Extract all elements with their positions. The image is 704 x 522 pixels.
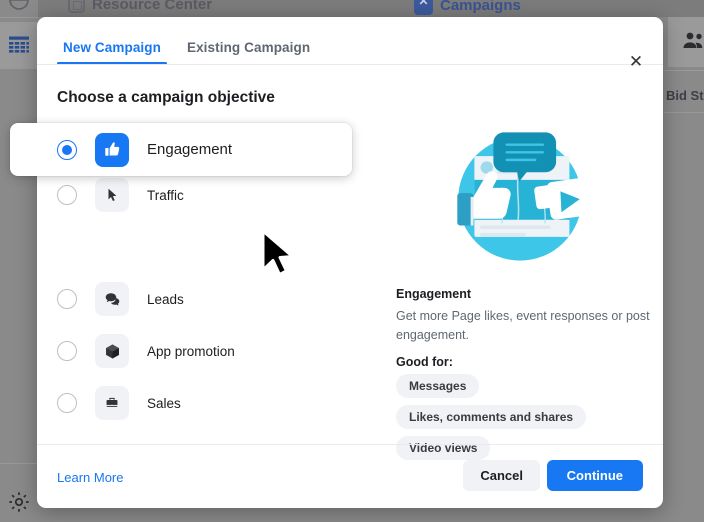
background-nav-resource-center-label: Resource Center bbox=[92, 0, 213, 13]
chip-likes-comments-shares: Likes, comments and shares bbox=[396, 405, 587, 429]
tabs-divider bbox=[37, 64, 663, 65]
detail-title: Engagement bbox=[396, 287, 472, 301]
good-for-label: Good for: bbox=[396, 355, 453, 369]
objective-option-leads[interactable]: Leads bbox=[37, 273, 367, 325]
radio-app-promotion[interactable] bbox=[57, 341, 77, 361]
dialog-tabs: New Campaign Existing Campaign bbox=[37, 17, 663, 65]
objective-label: Engagement bbox=[147, 141, 233, 158]
settings-gear-icon[interactable] bbox=[7, 490, 31, 514]
continue-button[interactable]: Continue bbox=[546, 460, 643, 491]
campaign-objective-dialog: New Campaign Existing Campaign ✕ Choose … bbox=[10, 17, 663, 508]
cancel-button[interactable]: Cancel bbox=[463, 460, 540, 491]
objective-option-engagement[interactable]: Engagement bbox=[10, 123, 352, 176]
background-divider bbox=[664, 112, 704, 113]
thumbs-up-icon bbox=[95, 132, 129, 167]
radio-engagement[interactable] bbox=[57, 139, 77, 160]
tab-new-campaign[interactable]: New Campaign bbox=[57, 40, 167, 65]
chat-bubbles-icon bbox=[95, 282, 129, 316]
rail-divider bbox=[0, 463, 38, 464]
tab-existing-campaign[interactable]: Existing Campaign bbox=[181, 40, 316, 65]
campaigns-icon bbox=[414, 0, 433, 15]
rail-divider bbox=[0, 17, 38, 18]
objective-option-traffic[interactable]: Traffic bbox=[37, 169, 367, 221]
background-nav-campaigns[interactable]: Campaigns bbox=[414, 0, 521, 15]
shopping-bag-icon bbox=[95, 386, 129, 420]
objective-label: Traffic bbox=[147, 187, 184, 203]
chip-video-views: Video views bbox=[396, 436, 491, 460]
cursor-arrow-icon bbox=[95, 178, 129, 212]
grid-table-icon[interactable] bbox=[7, 33, 31, 57]
learn-more-link[interactable]: Learn More bbox=[57, 470, 123, 485]
audience-people-icon[interactable] bbox=[681, 30, 704, 52]
background-left-rail bbox=[0, 0, 38, 522]
radio-leads[interactable] bbox=[57, 289, 77, 309]
page-title: Choose a campaign objective bbox=[57, 89, 275, 106]
radio-traffic[interactable] bbox=[57, 185, 77, 205]
objective-label: App promotion bbox=[147, 343, 235, 359]
background-nav-campaigns-label: Campaigns bbox=[440, 0, 521, 14]
objective-option-app-promotion[interactable]: App promotion bbox=[37, 325, 367, 377]
engagement-illustration bbox=[395, 113, 645, 278]
chip-messages: Messages bbox=[396, 374, 480, 398]
radio-sales[interactable] bbox=[57, 393, 77, 413]
detail-description: Get more Page likes, event responses or … bbox=[396, 309, 650, 343]
good-for-chip-list: Messages Likes, comments and shares Vide… bbox=[396, 374, 587, 460]
account-circle-icon[interactable] bbox=[7, 0, 31, 12]
rail-divider bbox=[0, 68, 38, 69]
resource-center-icon bbox=[68, 0, 85, 13]
background-divider bbox=[664, 70, 704, 71]
close-icon[interactable]: ✕ bbox=[621, 47, 651, 77]
footer-divider bbox=[37, 444, 663, 445]
background-nav-resource-center[interactable]: Resource Center bbox=[68, 0, 212, 13]
background-column-header-bid-strategy: Bid St bbox=[666, 88, 704, 103]
cube-box-icon bbox=[95, 334, 129, 368]
objective-label: Sales bbox=[147, 395, 181, 411]
objective-option-sales[interactable]: Sales bbox=[37, 377, 367, 429]
objective-label: Leads bbox=[147, 291, 184, 307]
